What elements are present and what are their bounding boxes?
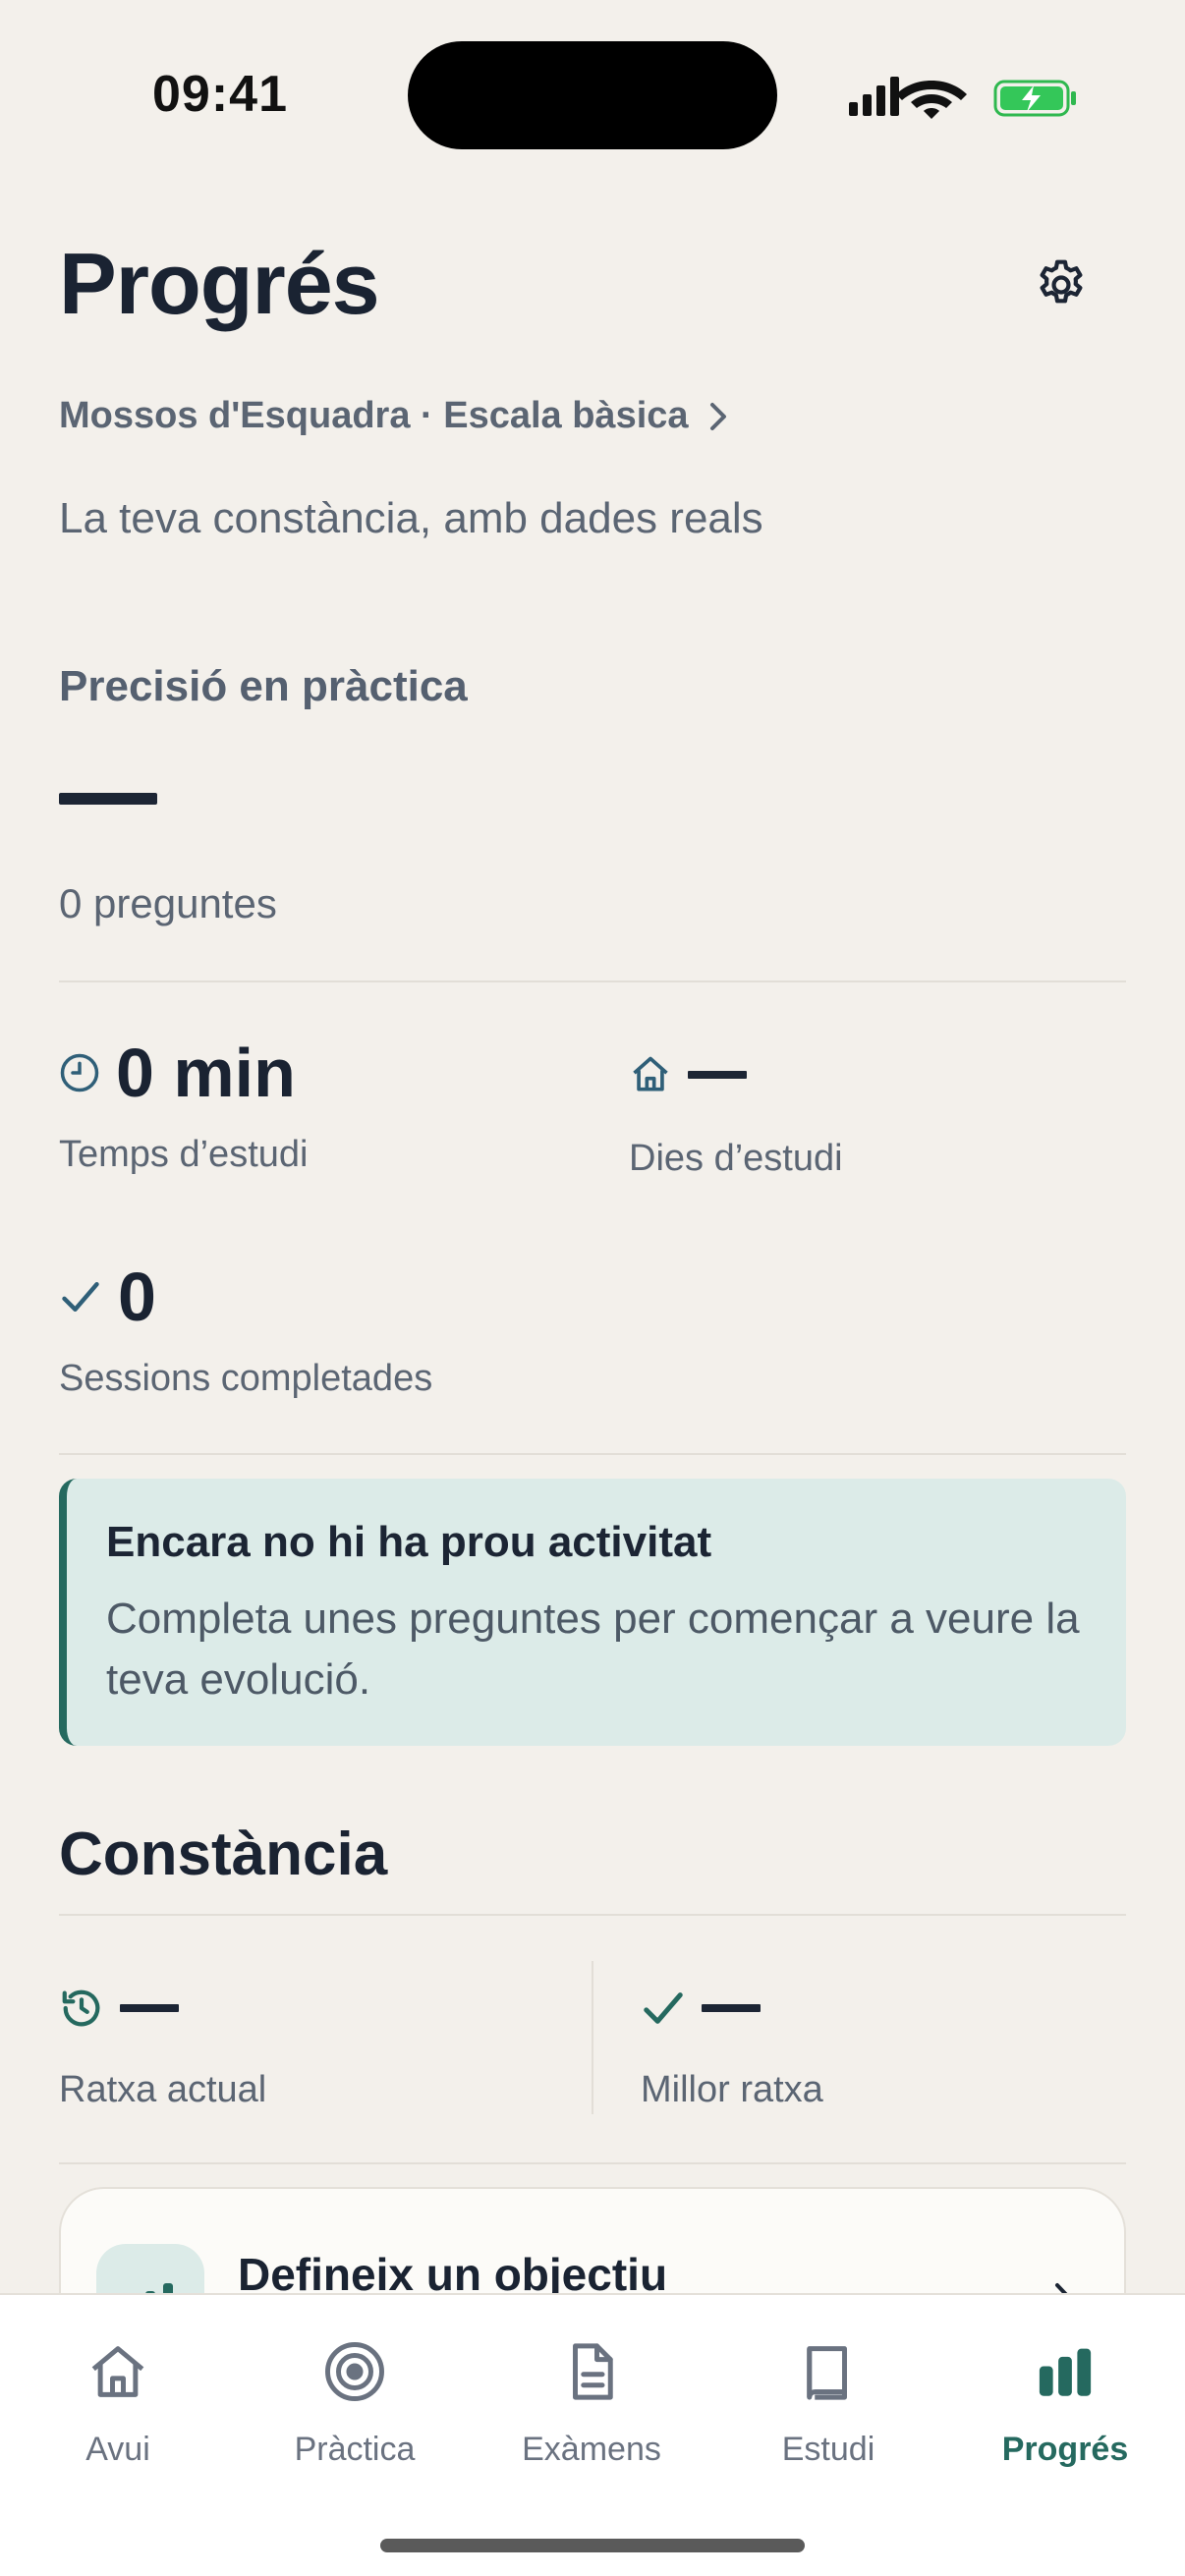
status-time: 09:41 xyxy=(152,66,288,123)
sessions-value: 0 xyxy=(118,1259,156,1335)
tab-practica[interactable]: Pràctica xyxy=(237,2334,473,2469)
home-icon xyxy=(633,1056,668,1092)
breadcrumb[interactable]: Mossos d'Esquadra · Escala bàsica xyxy=(59,395,730,437)
tab-bar: Avui Pràctica Exàmens Estudi Progrés xyxy=(0,2293,1185,2576)
tab-progres[interactable]: Progrés xyxy=(947,2334,1183,2469)
tab-label: Exàmens xyxy=(522,2431,661,2468)
home-icon xyxy=(91,2346,144,2397)
divider xyxy=(59,1914,1126,1916)
divider xyxy=(59,980,1126,982)
vertical-divider xyxy=(592,1961,593,2114)
constancia-title: Constància xyxy=(59,1820,388,1888)
stat-sessions: 0 Sessions completades xyxy=(59,1258,432,1400)
current-streak-value-empty xyxy=(120,2004,179,2012)
tab-avui[interactable]: Avui xyxy=(0,2334,236,2469)
status-bar: 09:41 xyxy=(0,0,1185,187)
precision-value-empty xyxy=(59,793,157,805)
best-streak-label: Millor ratxa xyxy=(641,2069,823,2110)
tab-label: Estudi xyxy=(781,2431,875,2468)
status-icons xyxy=(849,77,1076,119)
questions-count: 0 preguntes xyxy=(59,880,277,926)
current-streak-label: Ratxa actual xyxy=(59,2069,267,2110)
study-days-label: Dies d’estudi xyxy=(629,1138,843,1179)
best-streak-value-empty xyxy=(702,2004,761,2012)
check-icon xyxy=(644,1992,683,2024)
empty-activity-card: Encara no hi ha prou activitat Completa … xyxy=(59,1479,1126,1746)
signal-icon xyxy=(849,77,899,116)
history-icon xyxy=(62,1989,100,2027)
info-card-title: Encara no hi ha prou activitat xyxy=(106,1518,712,1566)
study-days-value-empty xyxy=(688,1071,747,1079)
settings-button[interactable] xyxy=(1027,251,1096,319)
target-icon xyxy=(325,2342,384,2401)
stat-current-streak: Ratxa actual xyxy=(59,1969,266,2111)
book-icon xyxy=(807,2346,847,2400)
dynamic-island xyxy=(408,41,777,149)
stat-best-streak: Millor ratxa xyxy=(641,1969,823,2111)
bar-chart-icon xyxy=(1039,2348,1092,2396)
stat-study-time: 0 min Temps d’estudi xyxy=(59,1034,308,1176)
page-subtitle: La teva constància, amb dades reals xyxy=(59,494,763,542)
study-time-label: Temps d’estudi xyxy=(59,1134,309,1175)
tab-examens[interactable]: Exàmens xyxy=(474,2334,709,2469)
info-card-body: Completa unes preguntes per començar a v… xyxy=(106,1595,1080,1704)
page-title: Progrés xyxy=(59,235,380,332)
wifi-icon xyxy=(896,81,967,119)
study-time-value: 0 min xyxy=(116,1035,296,1111)
precision-label: Precisió en pràctica xyxy=(59,662,468,710)
tab-label: Avui xyxy=(85,2431,150,2468)
gear-icon xyxy=(1040,259,1083,304)
battery-icon xyxy=(993,80,1076,117)
divider xyxy=(59,1453,1126,1455)
breadcrumb-label: Mossos d'Esquadra · Escala bàsica xyxy=(59,395,689,436)
clock-icon xyxy=(60,1053,99,1092)
tab-estudi[interactable]: Estudi xyxy=(710,2334,946,2469)
stat-study-days: Dies d’estudi xyxy=(629,1034,843,1180)
chevron-right-icon xyxy=(709,402,726,430)
sessions-label: Sessions completades xyxy=(59,1358,433,1399)
divider xyxy=(59,2162,1126,2164)
tab-label: Progrés xyxy=(1001,2431,1129,2468)
tab-label: Pràctica xyxy=(294,2431,416,2468)
home-indicator[interactable] xyxy=(380,2539,805,2552)
document-icon xyxy=(573,2343,613,2400)
check-icon xyxy=(62,1281,99,1313)
